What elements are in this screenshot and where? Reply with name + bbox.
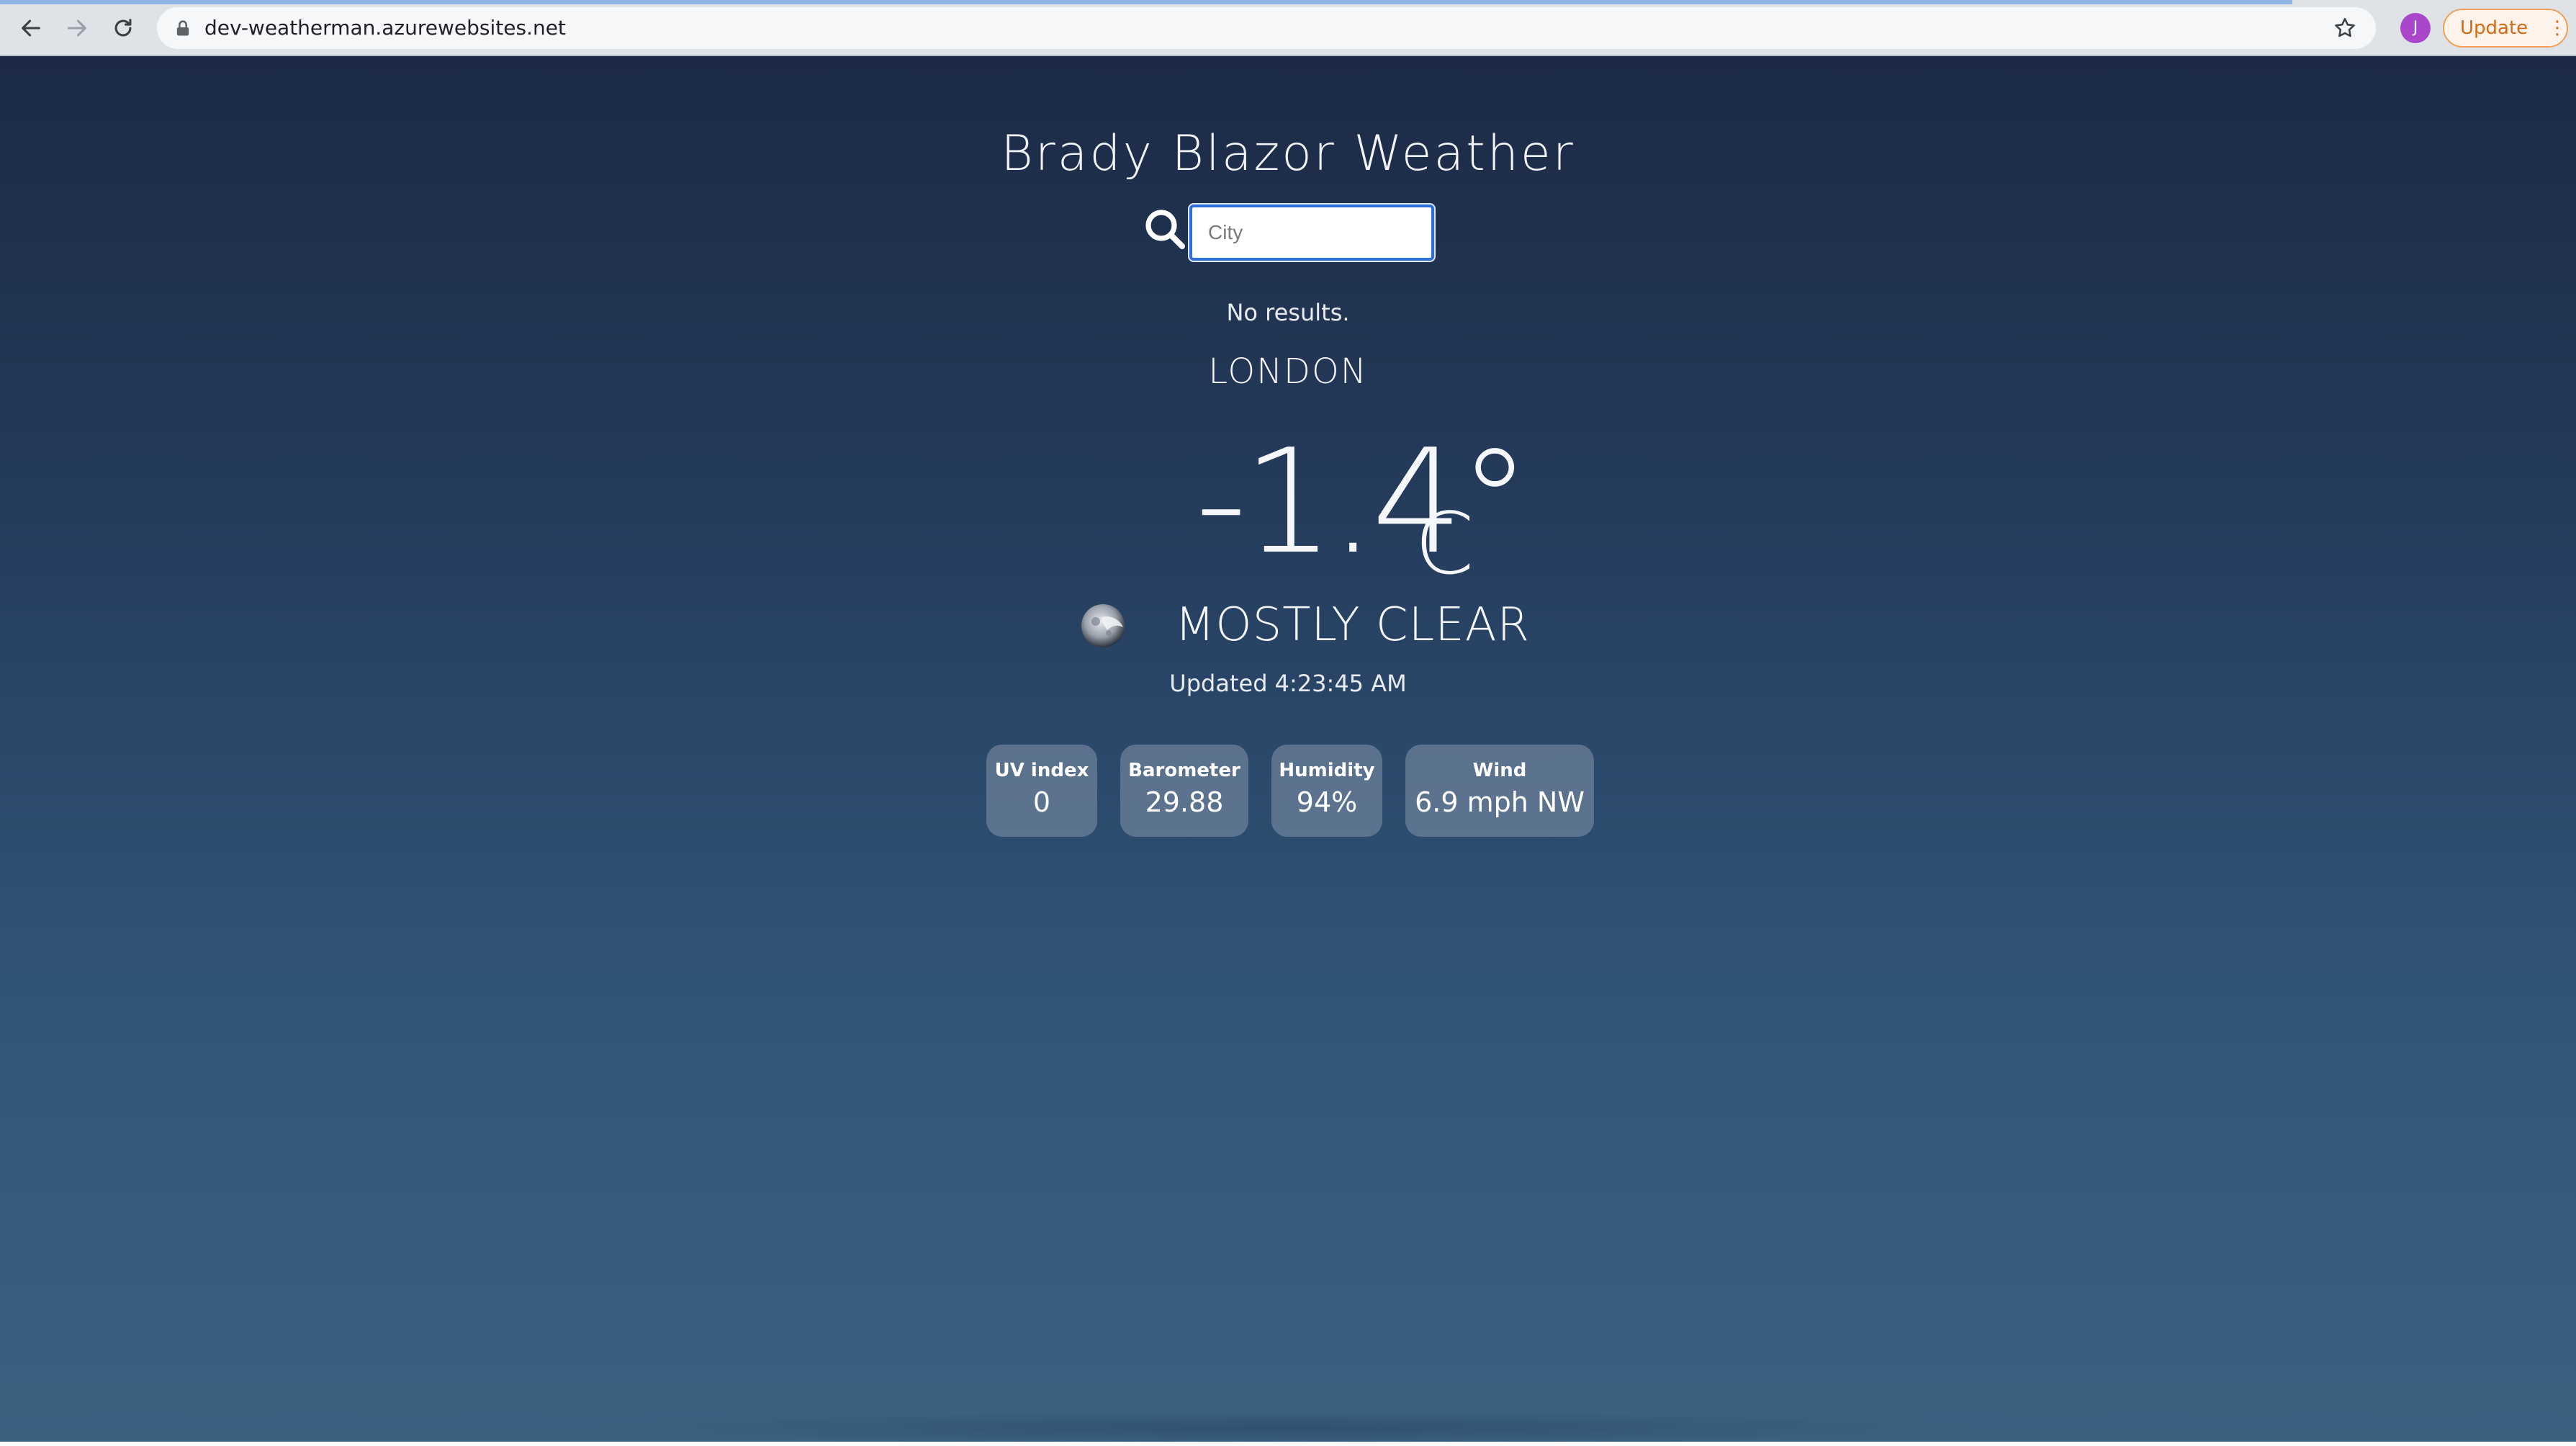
profile-avatar[interactable]: J: [2400, 13, 2431, 43]
page-title: Brady Blazor Weather: [1001, 125, 1575, 182]
browser-toolbar: dev-weatherman.azurewebsites.net J Updat…: [0, 0, 2576, 56]
stat-label: Humidity: [1279, 760, 1375, 781]
update-button-label: Update: [2460, 17, 2528, 39]
stat-value: 0: [1032, 786, 1051, 818]
kebab-menu-icon[interactable]: ⋮: [2548, 17, 2567, 39]
star-icon[interactable]: [2333, 16, 2357, 40]
footer-shadow: [576, 1410, 2001, 1446]
reload-button[interactable]: [105, 10, 141, 46]
stat-label: UV index: [994, 760, 1089, 781]
forward-button[interactable]: [59, 10, 95, 46]
search-status: No results.: [1226, 299, 1350, 326]
lock-icon[interactable]: [173, 18, 193, 38]
stat-value: 29.88: [1145, 786, 1224, 818]
stat-label: Barometer: [1128, 760, 1240, 781]
barometer-card: Barometer 29.88: [1120, 745, 1248, 837]
city-search-input[interactable]: [1188, 203, 1436, 262]
weather-condition: MOSTLY CLEAR: [1175, 598, 1530, 652]
moon-icon: [1081, 604, 1125, 647]
back-button[interactable]: [13, 10, 49, 46]
stat-value: 6.9 mph NW: [1415, 786, 1585, 818]
page-viewport: Brady Blazor Weather No results. LONDON …: [0, 56, 2576, 1446]
uv-index-card: UV index 0: [986, 745, 1097, 837]
wind-card: Wind 6.9 mph NW: [1405, 745, 1594, 837]
updated-timestamp: Updated 4:23:45 AM: [1169, 670, 1407, 697]
address-bar[interactable]: dev-weatherman.azurewebsites.net: [157, 7, 2376, 49]
back-arrow-icon: [22, 19, 40, 37]
update-button[interactable]: Update ⋮: [2443, 9, 2568, 48]
forward-arrow-icon: [68, 19, 86, 37]
city-name: LONDON: [1208, 351, 1368, 392]
reload-icon: [114, 19, 132, 37]
temperature-unit: C: [1415, 494, 1474, 593]
stat-value: 94%: [1296, 786, 1358, 818]
stat-label: Wind: [1472, 760, 1527, 781]
humidity-card: Humidity 94%: [1271, 745, 1382, 837]
search-icon: [1145, 210, 1185, 249]
temperature-value: -1.4°: [1195, 418, 1531, 586]
url-text[interactable]: dev-weatherman.azurewebsites.net: [204, 7, 566, 49]
page-load-progress: [0, 0, 2293, 4]
